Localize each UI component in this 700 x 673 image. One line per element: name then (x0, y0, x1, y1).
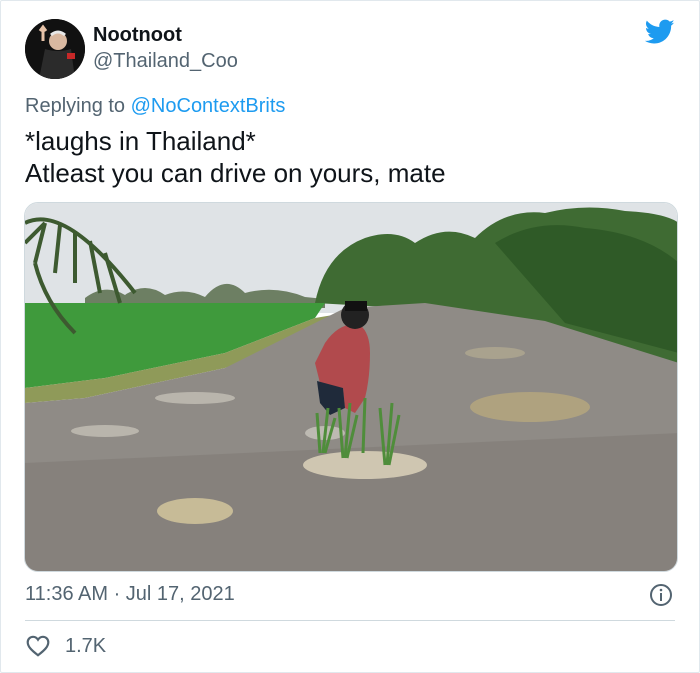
tweet-card: Nootnoot @Thailand_Coo Replying to @NoCo… (0, 0, 700, 673)
replying-to: Replying to @NoContextBrits (25, 95, 285, 118)
info-icon[interactable] (649, 583, 673, 607)
divider (25, 620, 675, 621)
like-count: 1.7K (65, 634, 107, 657)
avatar[interactable] (25, 19, 85, 79)
pothole-road-photo (25, 203, 677, 571)
tweet-photo[interactable] (24, 202, 678, 572)
replying-label: Replying to (25, 95, 131, 117)
author-display-name[interactable]: Nootnoot (93, 22, 238, 48)
replying-to-mention[interactable]: @NoContextBrits (131, 95, 286, 117)
author-names: Nootnoot @Thailand_Coo (93, 22, 238, 74)
twitter-bird-icon[interactable] (645, 19, 675, 45)
tweet-timestamp[interactable]: 11:36 AM · Jul 17, 2021 (25, 583, 235, 606)
author-handle[interactable]: @Thailand_Coo (93, 48, 238, 74)
tweet-header: Nootnoot @Thailand_Coo (25, 19, 238, 79)
heart-icon[interactable] (25, 633, 51, 659)
person-avatar-icon (25, 19, 85, 79)
tweet-text: *laughs in Thailand* Atleast you can dri… (25, 126, 446, 188)
like-action[interactable]: 1.7K (25, 633, 106, 659)
